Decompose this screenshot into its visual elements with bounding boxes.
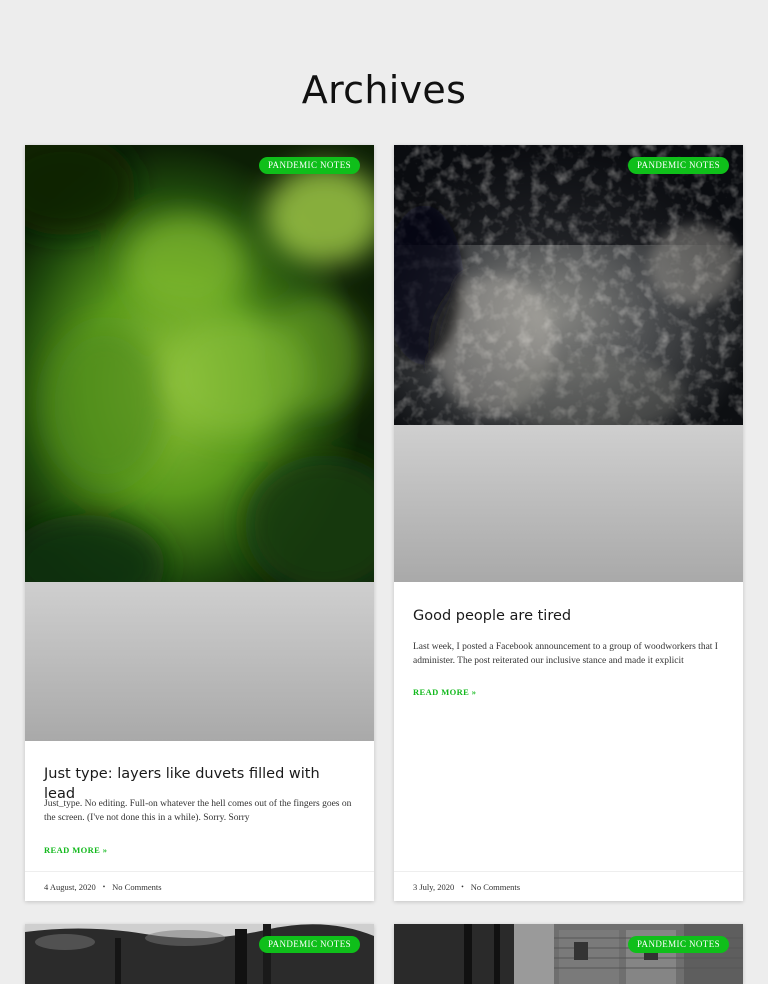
page-title: Archives — [301, 68, 467, 112]
thumbnail-backdrop — [25, 582, 374, 741]
post-date: 4 August, 2020 — [44, 881, 96, 892]
thumbnail-backdrop — [394, 425, 743, 582]
comments-link[interactable]: No Comments — [112, 882, 161, 892]
post-title[interactable]: Good people are tired — [413, 606, 724, 626]
meta-separator: • — [461, 882, 464, 891]
category-badge[interactable]: PANDEMIC NOTES — [258, 936, 360, 953]
post-card: PANDEMIC NOTES — [25, 924, 374, 984]
post-thumbnail[interactable] — [25, 924, 374, 984]
post-thumbnail[interactable] — [394, 145, 743, 425]
post-date: 3 July, 2020 — [413, 881, 455, 892]
category-badge[interactable]: PANDEMIC NOTES — [627, 936, 729, 953]
category-badge[interactable]: PANDEMIC NOTES — [258, 157, 360, 174]
post-thumbnail[interactable] — [394, 924, 743, 984]
read-more-link[interactable]: READ MORE » — [44, 845, 107, 855]
comments-link[interactable]: No Comments — [471, 882, 520, 892]
post-thumbnail[interactable] — [25, 145, 374, 582]
post-card: PANDEMIC NOTES Good people are tired Las… — [394, 145, 743, 901]
post-excerpt: Last week, I posted a Facebook announcem… — [413, 642, 718, 666]
read-more-link[interactable]: READ MORE » — [413, 687, 476, 697]
post-card: PANDEMIC NOTES — [394, 924, 743, 984]
category-badge[interactable]: PANDEMIC NOTES — [627, 157, 729, 174]
post-card: PANDEMIC NOTES Just type: layers like du… — [25, 145, 374, 901]
post-meta: 3 July, 2020 • No Comments — [394, 871, 743, 901]
post-excerpt: Just_type. No editing. Full-on whatever … — [44, 799, 352, 823]
meta-separator: • — [102, 882, 106, 891]
post-meta: 4 August, 2020 • No Comments — [25, 871, 374, 901]
